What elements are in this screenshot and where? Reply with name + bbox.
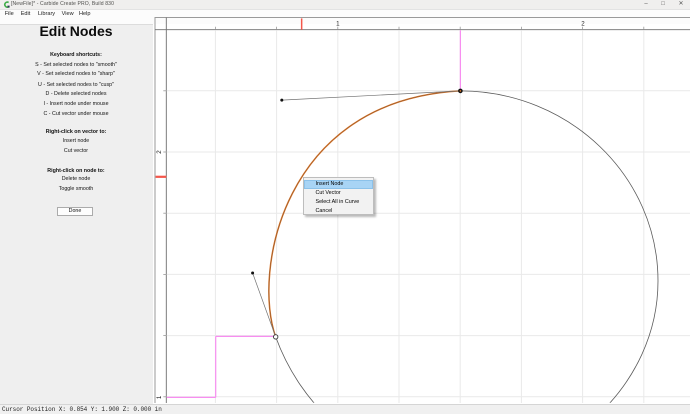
svg-text:2: 2 <box>581 21 585 28</box>
svg-text:1: 1 <box>336 21 340 28</box>
svg-text:2: 2 <box>156 150 163 154</box>
svg-text:1: 1 <box>156 395 163 399</box>
